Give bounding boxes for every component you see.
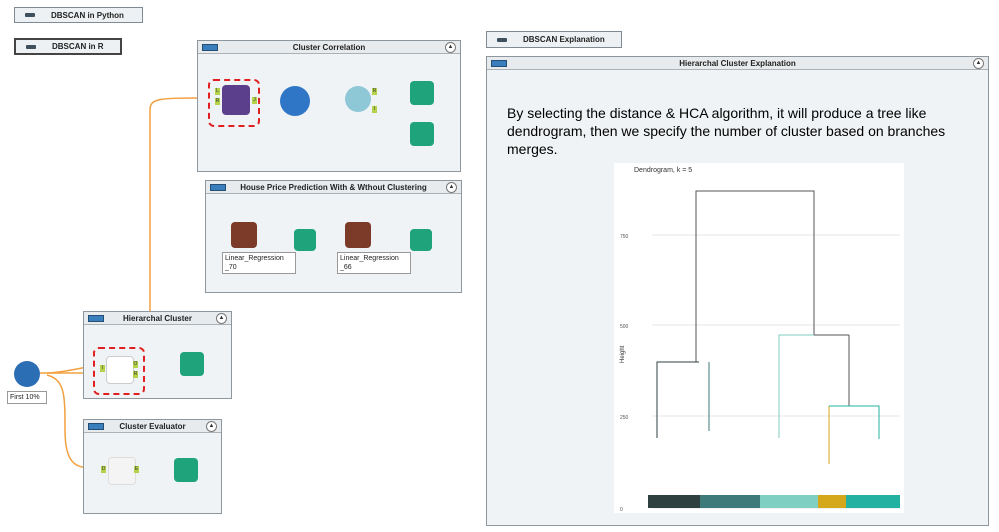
anchor-r[interactable]: R xyxy=(215,98,220,105)
anchor-e[interactable]: E xyxy=(134,466,139,473)
cluster-evaluator-icon[interactable] xyxy=(108,457,136,485)
collapse-icon[interactable]: ▲ xyxy=(206,421,217,432)
hierarchal-cluster-header: Hierarchal Cluster ▲ xyxy=(84,312,231,325)
join-multiple-icon[interactable] xyxy=(222,85,250,115)
house-price-header: House Price Prediction With & Wthout Clu… xyxy=(206,181,461,194)
cluster-correlation-header: Cluster Correlation ▲ xyxy=(198,41,460,54)
y-tick-label: 750 xyxy=(620,234,629,240)
cluster-correlation-title: Cluster Correlation xyxy=(292,42,366,52)
tool-label-first10: First 10% xyxy=(7,391,47,404)
browse-icon[interactable] xyxy=(410,122,434,146)
y-tick-label: 0 xyxy=(620,507,623,513)
anchor-j[interactable]: J xyxy=(252,97,257,104)
correlation-tool-icon[interactable] xyxy=(280,86,310,116)
container-icon xyxy=(88,315,104,322)
collapse-icon[interactable]: ▲ xyxy=(973,58,984,69)
hierarchal-cluster-title: Hierarchal Cluster xyxy=(123,313,192,323)
cluster-tool-icon[interactable] xyxy=(345,86,371,112)
container-icon xyxy=(210,184,226,191)
browse-icon[interactable] xyxy=(410,229,432,251)
anchor-out-r[interactable]: R xyxy=(372,88,377,95)
y-tick-label: 250 xyxy=(620,415,629,421)
anchor-l[interactable]: L xyxy=(215,88,220,95)
linear-regression-icon[interactable] xyxy=(231,222,257,248)
tool-label-lr70: Linear_Regression _70 xyxy=(222,252,296,274)
linear-regression-icon[interactable] xyxy=(345,222,371,248)
y-axis-label: Height xyxy=(620,345,626,363)
browse-icon[interactable] xyxy=(410,81,434,105)
hierarchical-cluster-icon[interactable] xyxy=(106,356,134,384)
leaf-band xyxy=(648,495,900,508)
collapse-icon[interactable]: ▲ xyxy=(216,313,227,324)
chart-title: Dendrogram, k = 5 xyxy=(634,167,692,174)
explanation-text: By selecting the distance & HCA algorith… xyxy=(507,105,946,157)
cluster-evaluator-title: Cluster Evaluator xyxy=(119,421,186,431)
cluster-evaluator-header: Cluster Evaluator ▲ xyxy=(84,420,221,433)
tool-label-lr66: Linear_Regression _66 xyxy=(337,252,411,274)
y-tick-label: 500 xyxy=(620,324,629,330)
dendrogram-chart: Dendrogram, k = 5 Height 0 250 500 750 xyxy=(614,163,904,513)
anchor-o[interactable]: O xyxy=(133,361,138,368)
house-price-title: House Price Prediction With & Wthout Clu… xyxy=(240,182,427,192)
hca-explanation-header: Hierarchal Cluster Explanation ▲ xyxy=(487,57,988,70)
browse-icon[interactable] xyxy=(180,352,204,376)
browse-icon[interactable] xyxy=(294,229,316,251)
container-icon xyxy=(491,60,507,67)
browse-icon[interactable] xyxy=(174,458,198,482)
anchor-d[interactable]: D xyxy=(101,466,106,473)
anchor-r2[interactable]: R xyxy=(133,371,138,378)
anchor-out-i[interactable]: I xyxy=(372,106,377,113)
anchor-i[interactable]: I xyxy=(100,365,105,372)
container-icon xyxy=(202,44,218,51)
hca-explanation-title: Hierarchal Cluster Explanation xyxy=(679,58,796,68)
collapse-icon[interactable]: ▲ xyxy=(445,42,456,53)
collapse-icon[interactable]: ▲ xyxy=(446,182,457,193)
sample-tool-icon[interactable] xyxy=(14,361,40,387)
container-icon xyxy=(88,423,104,430)
